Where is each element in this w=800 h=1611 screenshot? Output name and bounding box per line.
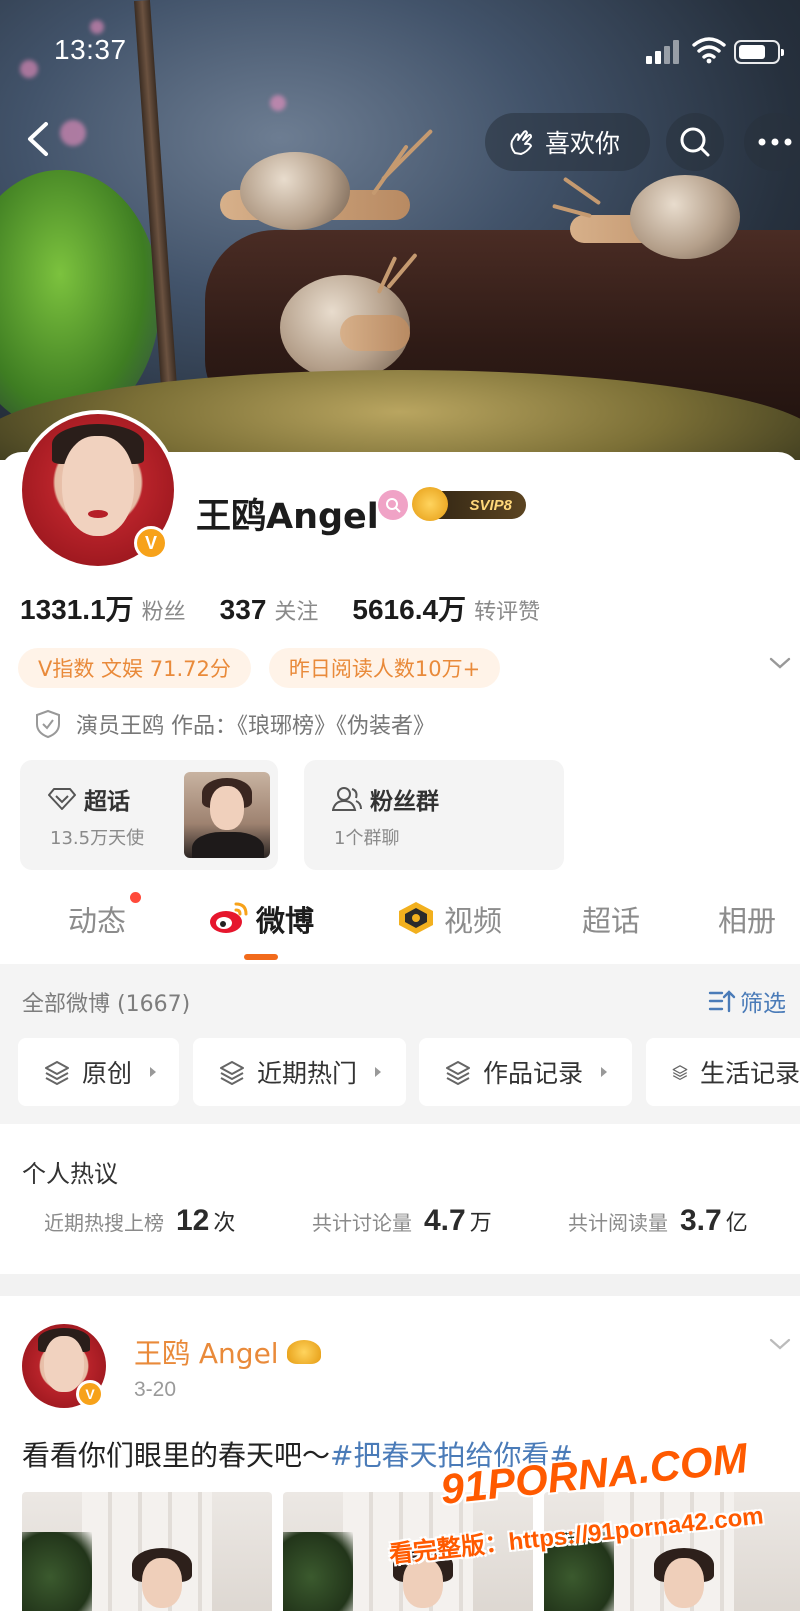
crown-icon [412,487,448,521]
profile-tabs: 动态 微博 视频 超话 相册 [0,886,800,962]
profile-stats: 1331.1万 粉丝 337 关注 5616.4万 转评赞 [20,588,574,628]
hot-item[interactable]: 共计讨论量 4.7 万 [312,1204,492,1238]
super-topic-thumbnail [184,772,270,858]
status-time: 13:37 [54,34,127,65]
bio-text: 演员王鸥 作品：《琅琊榜》《伪装者》 [76,714,435,739]
interactions-label: 转评赞 [474,600,541,625]
following-label[interactable]: 关注 [274,594,318,626]
weibo-logo-icon [210,902,248,933]
chevron-left-icon [28,122,48,156]
tab-activity[interactable]: 动态 [68,898,126,940]
chevron-down-icon[interactable] [768,655,792,671]
following-count[interactable]: 337 [220,594,267,626]
svip-badge[interactable]: SVIP8 [412,487,526,521]
signal-icon [646,40,686,64]
tab-super-topic[interactable]: 超话 [582,898,640,940]
verified-badge: V [76,1380,104,1408]
post-author[interactable]: 王鸥 Angel [134,1332,321,1372]
more-button[interactable] [744,113,800,171]
layers-icon [45,1061,69,1085]
hot-item[interactable]: 近期热搜上榜 12 次 [44,1204,235,1238]
verified-badge: V [134,526,168,560]
filter-icon [708,990,736,1013]
layers-icon [672,1065,688,1080]
fan-group-tile[interactable]: 粉丝群 1个群聊 [304,760,564,870]
diamond-icon [48,788,76,810]
group-icon [332,787,362,811]
followers-count[interactable]: 1331.1万 [20,588,134,628]
chevron-down-icon[interactable] [768,1336,792,1352]
search-icon [680,127,710,157]
followers-label[interactable]: 粉丝 [142,594,186,626]
search-button[interactable] [666,113,724,171]
video-icon [399,902,433,934]
tab-weibo[interactable]: 微博 [256,898,314,940]
like-you-label: 喜欢你 [545,129,621,158]
status-bar: 13:37 [0,0,800,90]
chip-life[interactable]: 生活记录 [646,1038,800,1106]
hand-heart-icon [510,130,532,155]
personal-hot-section: 个人热议 近期热搜上榜 12 次 共计讨论量 4.7 万 共计阅读量 3.7 亿 [0,1124,800,1274]
super-topic-tile[interactable]: 超话 13.5万天使 [20,760,278,870]
member-badge-icon[interactable] [378,490,408,520]
tab-album[interactable]: 相册 [718,898,776,940]
like-you-button[interactable]: 喜欢你 [485,113,650,171]
all-weibo-count: 全部微博 (1667) [22,992,191,1017]
profile-tags: V指数 文娱 71.72分 昨日阅读人数10万+ [18,648,501,688]
layers-icon [446,1061,470,1085]
wifi-icon [692,37,726,64]
feed-filter-area: 全部微博 (1667) 筛选 原创 近期热门 作品记录 生活记录 [0,964,800,1124]
layers-icon [220,1061,244,1085]
post-date: 3-20 [134,1378,177,1401]
filter-button[interactable]: 筛选 [708,984,786,1018]
hot-item[interactable]: 共计阅读量 3.7 亿 [568,1204,748,1238]
interactions-count: 5616.4万 [352,594,467,625]
battery-icon [734,40,784,64]
profile-name: 王鸥Angel [196,497,379,537]
active-tab-indicator [244,954,278,960]
v-index-tag[interactable]: V指数 文娱 71.72分 [18,648,251,688]
chip-works[interactable]: 作品记录 [419,1038,632,1106]
chip-original[interactable]: 原创 [18,1038,179,1106]
post-photo[interactable] [22,1492,272,1611]
crown-icon [286,1340,321,1364]
tab-video[interactable]: 视频 [444,898,502,940]
reads-tag[interactable]: 昨日阅读人数10万+ [268,648,501,688]
chip-recent-hot[interactable]: 近期热门 [193,1038,406,1106]
profile-bio: 演员王鸥 作品：《琅琊榜》《伪装者》 [34,708,435,740]
hot-title: 个人热议 [22,1160,118,1188]
shield-icon [36,709,60,739]
more-icon [758,138,792,146]
back-button[interactable] [16,116,62,162]
unread-dot [130,892,141,903]
divider [0,1274,800,1296]
